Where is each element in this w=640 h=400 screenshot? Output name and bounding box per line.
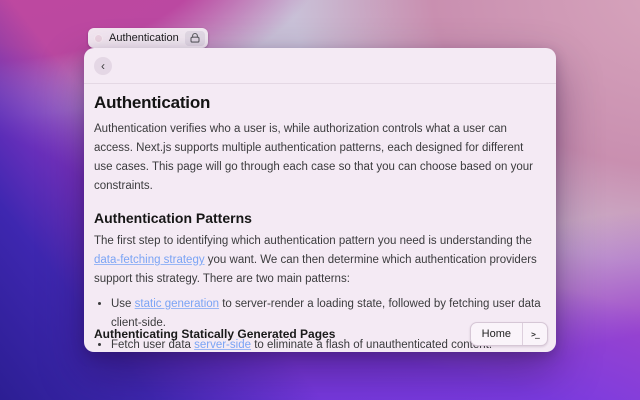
bullet-text-before: Use <box>111 298 135 310</box>
tab-title: Authentication <box>109 32 179 44</box>
lock-icon <box>185 31 205 46</box>
page-title: Authentication <box>94 93 545 113</box>
patterns-text-before: The first step to identifying which auth… <box>94 235 532 247</box>
terminal-button[interactable]: >_ <box>523 323 547 345</box>
patterns-heading: Authentication Patterns <box>94 210 545 226</box>
back-button[interactable]: ‹ <box>94 57 112 75</box>
patterns-paragraph: The first step to identifying which auth… <box>94 232 545 289</box>
home-button[interactable]: Home <box>471 323 522 345</box>
intro-paragraph: Authentication verifies who a user is, w… <box>94 120 545 196</box>
data-fetching-strategy-link[interactable]: data-fetching strategy <box>94 254 205 266</box>
docs-window: ‹ Authentication Authentication verifies… <box>84 48 556 352</box>
next-section-heading: Authenticating Statically Generated Page… <box>94 327 335 341</box>
window-footer: Authenticating Statically Generated Page… <box>84 316 556 352</box>
footer-button-group: Home >_ <box>470 322 548 346</box>
terminal-icon: >_ <box>531 330 539 339</box>
browser-tab-pill[interactable]: Authentication <box>88 28 208 48</box>
window-header: ‹ <box>84 48 556 84</box>
article-content: Authentication Authentication verifies w… <box>84 84 556 352</box>
chevron-left-icon: ‹ <box>101 60 105 72</box>
static-generation-link[interactable]: static generation <box>135 298 219 310</box>
site-favicon <box>94 34 103 43</box>
